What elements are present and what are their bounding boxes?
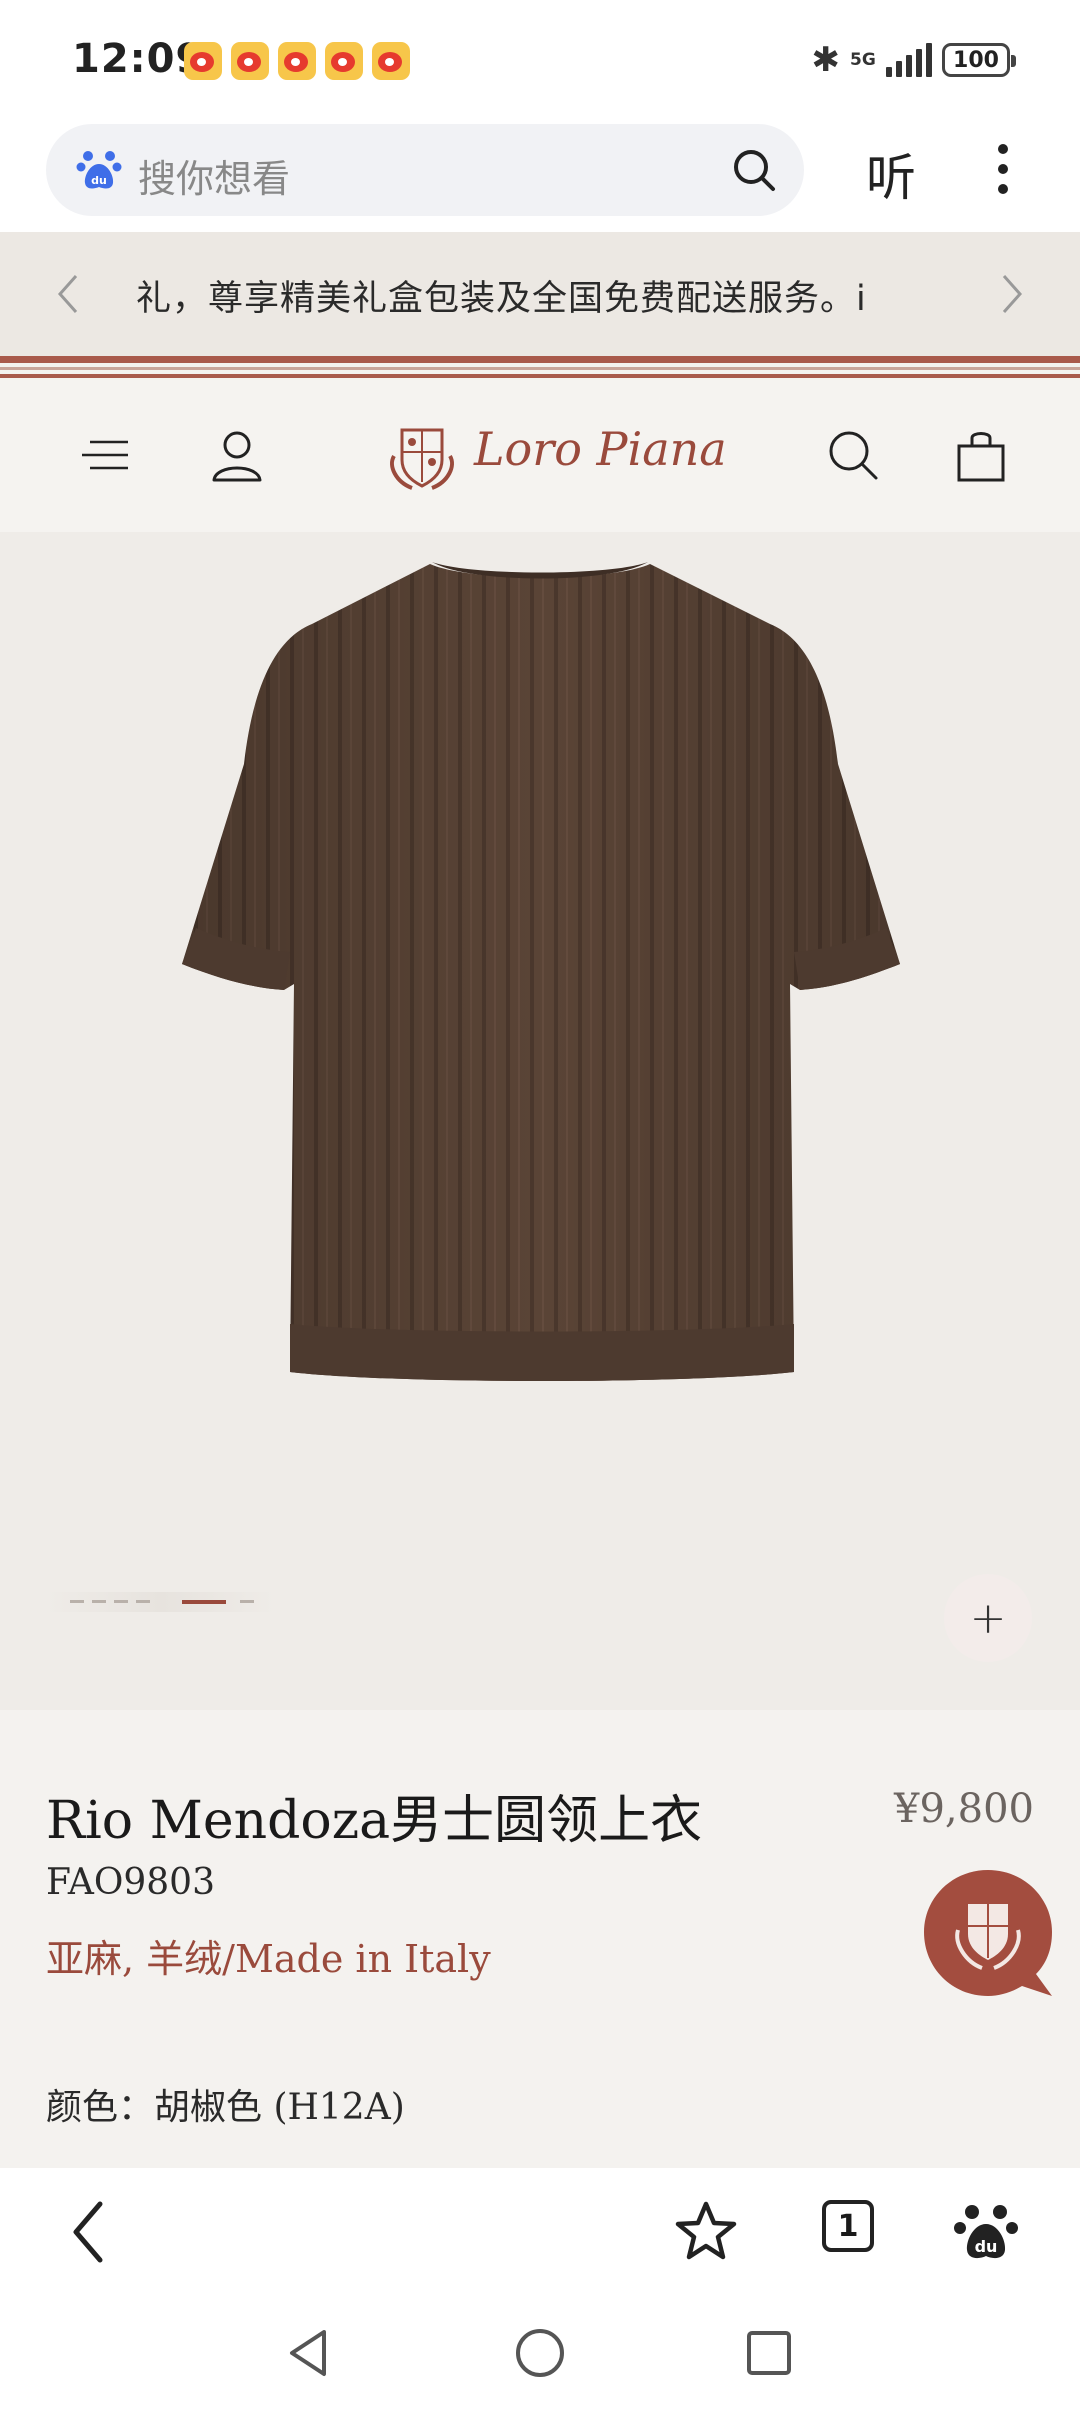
status-bar: 12:09 ✱ 5G 100 bbox=[0, 0, 1080, 120]
shopping-bag-icon[interactable] bbox=[950, 424, 1012, 486]
svg-text:du: du bbox=[91, 174, 107, 187]
nav-home-icon[interactable] bbox=[511, 2324, 569, 2382]
product-code: FAO9803 bbox=[46, 1862, 215, 1903]
product-material: 亚麻, 羊绒/Made in Italy bbox=[46, 1937, 491, 1981]
zoom-button[interactable]: + bbox=[944, 1574, 1032, 1662]
product-title: Rio Mendoza男士圆领上衣 bbox=[46, 1791, 703, 1851]
more-menu-icon[interactable] bbox=[988, 140, 1018, 200]
pagination-dot[interactable] bbox=[92, 1600, 106, 1603]
weibo-icon bbox=[325, 42, 363, 80]
bluetooth-icon: ✱ bbox=[811, 40, 841, 80]
browser-toolbar: 1 du bbox=[0, 2168, 1080, 2294]
battery-icon: 100 bbox=[942, 43, 1016, 77]
search-icon[interactable] bbox=[730, 146, 778, 194]
chevron-right-icon[interactable] bbox=[992, 270, 1032, 318]
product-color: 颜色：胡椒色 (H12A) bbox=[46, 2087, 405, 2128]
network-type: 5G bbox=[850, 49, 876, 70]
status-indicators: ✱ 5G 100 bbox=[811, 40, 1016, 80]
listen-button[interactable]: 听 bbox=[866, 138, 916, 210]
chat-assistant-button[interactable] bbox=[922, 1868, 1054, 2000]
weibo-icon bbox=[278, 42, 316, 80]
baidu-paw-icon: du bbox=[76, 151, 122, 189]
search-placeholder: 搜你想看 bbox=[138, 157, 291, 201]
pagination-dot[interactable] bbox=[70, 1600, 84, 1603]
pagination-dot[interactable] bbox=[240, 1600, 254, 1603]
pagination-dot[interactable] bbox=[136, 1600, 150, 1603]
site-search-icon[interactable] bbox=[822, 424, 884, 486]
pagination-dot[interactable] bbox=[114, 1600, 128, 1603]
weibo-icon bbox=[184, 42, 222, 80]
notification-icons bbox=[184, 42, 410, 80]
nav-recents-icon[interactable] bbox=[740, 2324, 798, 2382]
bookmark-star-icon[interactable] bbox=[672, 2198, 740, 2266]
account-icon[interactable] bbox=[206, 424, 268, 486]
menu-icon[interactable] bbox=[74, 424, 136, 486]
site-header: Loro Piana bbox=[0, 380, 1080, 532]
gallery-pagination bbox=[46, 1592, 276, 1612]
baidu-home-icon[interactable]: du bbox=[952, 2198, 1020, 2266]
decorative-stripes bbox=[0, 356, 1080, 380]
back-icon[interactable] bbox=[56, 2198, 124, 2266]
nav-back-icon[interactable] bbox=[280, 2324, 338, 2382]
browser-bar: du 搜你想看 听 bbox=[0, 120, 1080, 232]
brand-name: Loro Piana bbox=[474, 422, 727, 476]
pagination-dot-active[interactable] bbox=[182, 1600, 226, 1604]
product-image-gallery[interactable]: + bbox=[0, 532, 1080, 1710]
announcement-carousel: 礼，尊享精美礼盒包装及全国免费配送服务。i bbox=[0, 232, 1080, 356]
product-photo bbox=[182, 562, 900, 1381]
svg-text:du: du bbox=[975, 2237, 998, 2256]
weibo-icon bbox=[231, 42, 269, 80]
announcement-text: 礼，尊享精美礼盒包装及全国免费配送服务。i bbox=[136, 279, 867, 319]
product-price: ¥9,800 bbox=[894, 1786, 1034, 1832]
crest-icon bbox=[390, 428, 454, 490]
weibo-icon bbox=[372, 42, 410, 80]
product-info: Rio Mendoza男士圆领上衣 ¥9,800 FAO9803 亚麻, 羊绒/… bbox=[0, 1710, 1080, 2168]
system-nav-bar bbox=[0, 2294, 1080, 2412]
tabs-button[interactable]: 1 bbox=[822, 2200, 874, 2252]
brand-logo[interactable]: Loro Piana bbox=[382, 416, 727, 496]
signal-icon bbox=[886, 43, 932, 77]
chevron-left-icon[interactable] bbox=[48, 270, 88, 318]
search-input[interactable]: du 搜你想看 bbox=[46, 124, 804, 216]
